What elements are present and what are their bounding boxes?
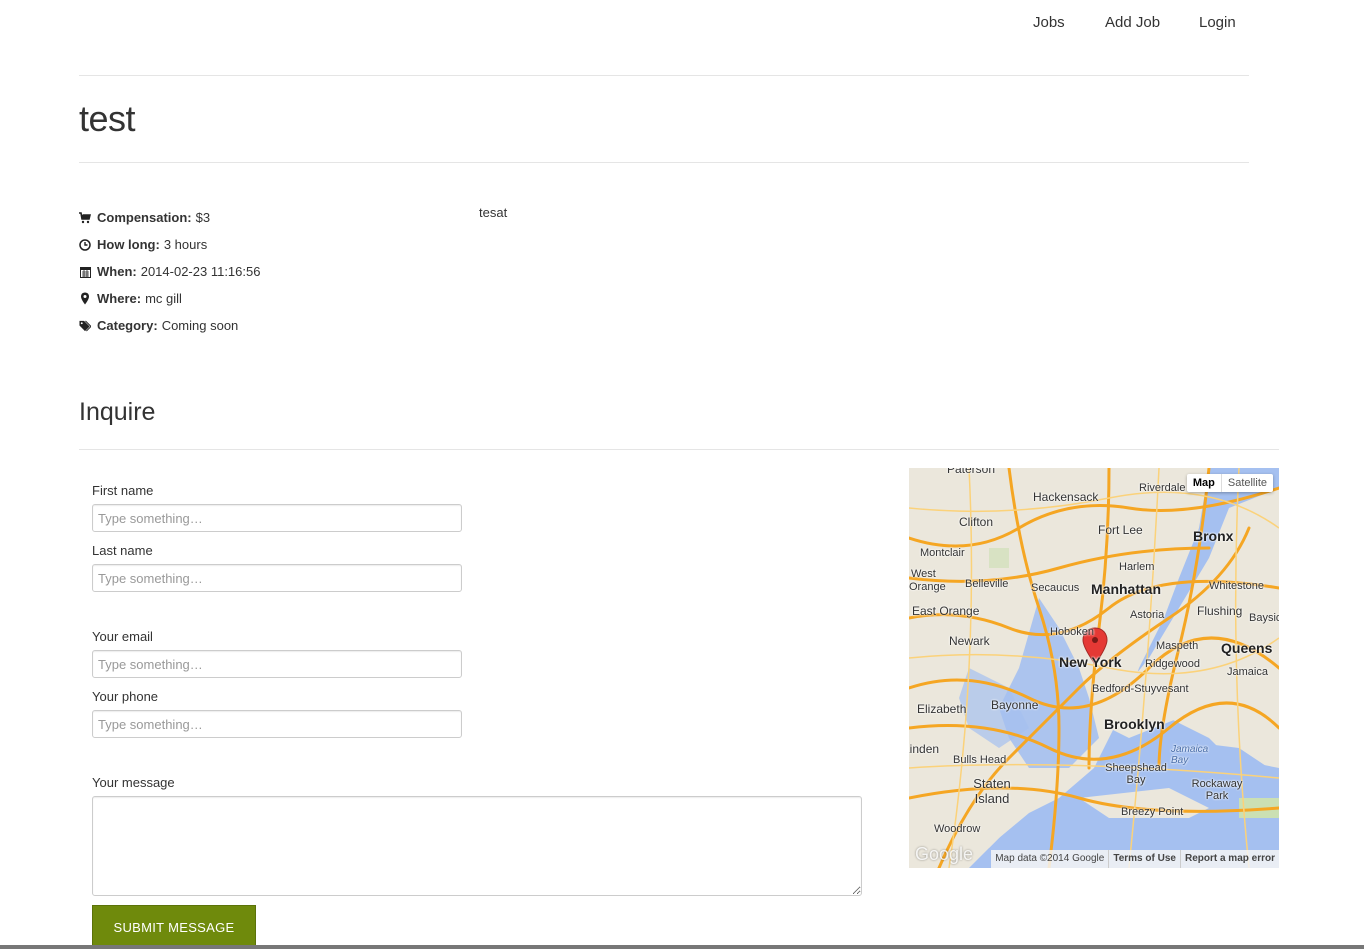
divider [79,162,1249,163]
map-type-satellite-button[interactable]: Satellite [1222,474,1273,492]
map-label: Woodrow [934,823,981,835]
map-label: Newark [949,634,990,648]
map-label: Montclair [920,547,965,559]
divider [79,449,1279,450]
map-data-attribution: Map data ©2014 Google [995,853,1105,864]
map-label: Brooklyn [1104,716,1165,732]
message-textarea[interactable] [92,796,862,896]
map-label: Belleville [965,578,1009,590]
detail-value: $3 [195,210,211,225]
map-label: Rockaway Park [1191,778,1243,802]
map-label: Whitestone [1209,580,1265,592]
map-label: Paterson [947,468,996,476]
map-label: Queens [1221,640,1273,656]
map-label: Sheepshead Bay [1105,762,1167,786]
inquire-heading: Inquire [79,398,156,426]
map-label: Bayonne [991,698,1039,712]
map-type-map-button[interactable]: Map [1187,474,1222,492]
detail-duration: How long: 3 hours [79,231,260,258]
message-label: Your message [92,775,175,790]
map-label: Manhattan [1091,581,1161,597]
email-input[interactable] [92,650,462,678]
top-nav: Jobs Add Job Login [0,0,1364,46]
page-title: test [79,98,136,139]
job-description: tesat [479,205,508,220]
clock-icon [79,238,91,251]
detail-value: 3 hours [163,237,208,252]
job-details: Compensation: $3 How long: 3 hours When:… [79,204,260,339]
nav-login-link[interactable]: Login [1199,14,1236,31]
map-label: Ridgewood [1145,658,1201,670]
map-label: Jamaica [1227,666,1268,678]
map-label: Bronx [1193,528,1234,544]
map-label: Elizabeth [917,702,967,716]
first-name-label: First name [92,483,154,498]
detail-label: How long: [97,237,160,252]
detail-value: 2014-02-23 11:16:56 [140,264,261,279]
map-label: Orange [909,581,946,593]
map-label: Maspeth [1156,640,1199,652]
bottom-border [0,945,1364,949]
cart-icon [79,211,91,224]
divider [79,75,1249,76]
terms-of-use-link[interactable]: Terms of Use [1108,850,1180,868]
detail-label: When: [97,264,137,279]
detail-where: Where: mc gill [79,285,260,312]
map-label: Astoria [1130,609,1165,621]
nav-add-job-link[interactable]: Add Job [1105,14,1160,31]
last-name-input[interactable] [92,564,462,592]
map-label: Fort Lee [1098,523,1143,537]
google-logo[interactable]: Google [915,844,973,865]
map[interactable]: Paterson Hackensack Riverdale Clifton Fo… [909,468,1279,868]
email-label: Your email [92,629,153,644]
last-name-label: Last name [92,543,153,558]
nav-jobs-link[interactable]: Jobs [1033,14,1065,31]
calendar-icon [79,265,91,278]
phone-label: Your phone [92,689,159,704]
map-label: Hackensack [1033,490,1099,504]
map-label: East Orange [912,604,980,618]
detail-when: When: 2014-02-23 11:16:56 [79,258,260,285]
map-label: Bayside [1249,612,1279,624]
map-label: Riverdale [1139,482,1186,494]
map-attribution: Map data ©2014 Google Terms of Use Repor… [991,850,1279,868]
map-label: Linden [909,742,940,756]
map-label: Jamaica Bay [1171,744,1209,766]
detail-value: mc gill [145,291,182,306]
map-type-control: Map Satellite [1186,474,1273,492]
map-label: Secaucus [1031,582,1080,594]
detail-label: Where: [97,291,142,306]
detail-label: Category: [97,318,158,333]
map-marker-icon [79,292,91,305]
map-label: Clifton [959,515,994,529]
map-label: Breezy Point [1121,806,1184,818]
map-label: Flushing [1197,604,1243,618]
detail-compensation: Compensation: $3 [79,204,260,231]
map-label: Harlem [1119,561,1155,573]
map-label: Bulls Head [953,754,1007,766]
detail-label: Compensation: [97,210,192,225]
phone-input[interactable] [92,710,462,738]
map-label: New York [1059,654,1122,670]
tags-icon [79,319,91,332]
map-label: Staten Island [973,776,1011,806]
map-label: Bedford-Stuyvesant [1092,683,1189,695]
first-name-input[interactable] [92,504,462,532]
detail-value: Coming soon [161,318,239,333]
submit-message-button[interactable]: SUBMIT MESSAGE [92,905,256,949]
report-map-error-link[interactable]: Report a map error [1179,850,1279,868]
detail-category: Category: Coming soon [79,312,260,339]
map-label: West [911,568,936,580]
map-label: Hoboken [1050,626,1095,638]
